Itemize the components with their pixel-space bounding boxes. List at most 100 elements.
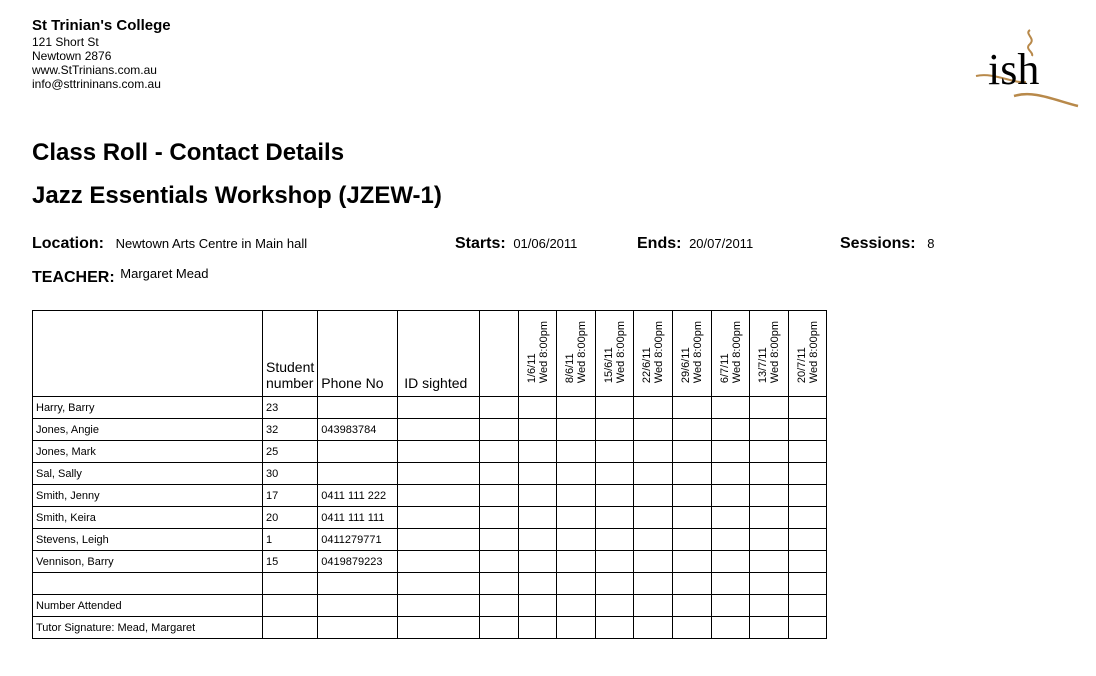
starts-value: 01/06/2011 [513, 236, 578, 251]
course-title: Jazz Essentials Workshop (JZEW-1) [32, 182, 442, 209]
attendance-cell [788, 572, 828, 595]
attendance-cell [595, 396, 635, 419]
sessions-value: 8 [927, 236, 935, 251]
student-number: 20 [261, 506, 319, 529]
school-logo: ish [975, 29, 1079, 108]
attendance-cell [672, 594, 713, 617]
blank-cell [479, 616, 520, 639]
ends-label: Ends: [637, 235, 682, 252]
attendance-cell [749, 616, 790, 639]
student-name: Vennison, Barry [32, 550, 263, 573]
table-row: Tutor Signature: Mead, Margaret [32, 616, 828, 639]
attendance-cell [518, 506, 558, 529]
attendance-cell [711, 616, 751, 639]
student-number: 17 [261, 484, 319, 507]
attendance-cell [633, 550, 674, 573]
attendance-cell [633, 506, 674, 529]
phone-number: 0419879223 [317, 550, 399, 573]
sessions-field: Sessions: 8 [840, 235, 934, 253]
report-title: Class Roll - Contact Details [32, 139, 345, 166]
teacher-value: Margaret Mead [120, 266, 209, 281]
attendance-cell [788, 418, 828, 441]
header-session-date: 8/6/11 Wed 8:00pm [556, 310, 597, 397]
session-date-label: 22/6/11 Wed 8:00pm [641, 320, 666, 384]
starts-label: Starts: [455, 235, 506, 252]
attendance-cell [749, 550, 790, 573]
id-sighted-cell [397, 572, 481, 595]
starts-field: Starts: 01/06/2011 [455, 235, 577, 253]
session-date-label: 6/7/11 Wed 8:00pm [718, 320, 743, 384]
attendance-cell [672, 550, 713, 573]
attendance-cell [672, 484, 713, 507]
attendance-cell [711, 550, 751, 573]
attendance-cell [711, 484, 751, 507]
attendance-cell [595, 528, 635, 551]
header-student-number: Student number [261, 310, 319, 397]
session-date-label: 20/7/11 Wed 8:00pm [795, 320, 820, 384]
attendance-cell [672, 572, 713, 595]
header-session-date: 13/7/11 Wed 8:00pm [749, 310, 790, 397]
ends-field: Ends: 20/07/2011 [637, 235, 753, 253]
phone-number [317, 396, 399, 419]
session-date-label: 29/6/11 Wed 8:00pm [680, 320, 705, 384]
attendance-cell [672, 440, 713, 463]
class-roll-table: Student number Phone No ID sighted 1/6/1… [32, 310, 828, 639]
attendance-cell [788, 462, 828, 485]
attendance-cell [518, 572, 558, 595]
table-row: Harry, Barry 23 [32, 396, 828, 419]
student-name [32, 572, 263, 595]
header-session-date: 15/6/11 Wed 8:00pm [595, 310, 635, 397]
id-sighted-cell [397, 462, 481, 485]
session-date-label: 8/6/11 Wed 8:00pm [564, 320, 589, 384]
attendance-cell [556, 440, 597, 463]
attendance-cell [711, 396, 751, 419]
attendance-cell [595, 550, 635, 573]
blank-cell [479, 440, 520, 463]
attendance-cell [595, 462, 635, 485]
header-session-date: 29/6/11 Wed 8:00pm [672, 310, 713, 397]
school-header: St Trinian's College 121 Short St Newtow… [32, 16, 171, 91]
school-website: www.StTrinians.com.au [32, 63, 157, 77]
attendance-cell [788, 550, 828, 573]
attendance-cell [749, 462, 790, 485]
student-name: Tutor Signature: Mead, Margaret [32, 616, 263, 639]
attendance-cell [788, 396, 828, 419]
attendance-cell [711, 462, 751, 485]
attendance-cell [749, 506, 790, 529]
student-number: 25 [261, 440, 319, 463]
school-name: St Trinian's College [32, 17, 171, 34]
blank-cell [479, 418, 520, 441]
attendance-cell [595, 594, 635, 617]
attendance-cell [672, 506, 713, 529]
table-header-row: Student number Phone No ID sighted 1/6/1… [32, 310, 828, 397]
attendance-cell [518, 418, 558, 441]
blank-cell [479, 572, 520, 595]
phone-number: 0411279771 [317, 528, 399, 551]
phone-number [317, 440, 399, 463]
attendance-cell [633, 594, 674, 617]
attendance-cell [556, 462, 597, 485]
attendance-cell [595, 418, 635, 441]
blank-cell [479, 528, 520, 551]
attendance-cell [788, 506, 828, 529]
attendance-cell [749, 418, 790, 441]
attendance-cell [518, 594, 558, 617]
session-date-label: 13/7/11 Wed 8:00pm [757, 320, 782, 384]
attendance-cell [711, 594, 751, 617]
attendance-cell [749, 440, 790, 463]
student-number [261, 616, 319, 639]
phone-number: 043983784 [317, 418, 399, 441]
attendance-cell [556, 528, 597, 551]
student-number: 23 [261, 396, 319, 419]
attendance-cell [595, 572, 635, 595]
phone-number [317, 462, 399, 485]
phone-number: 0411 111 222 [317, 484, 399, 507]
student-number: 15 [261, 550, 319, 573]
id-sighted-cell [397, 440, 481, 463]
attendance-cell [595, 484, 635, 507]
phone-number [317, 616, 399, 639]
attendance-cell [633, 418, 674, 441]
location-field: Location: Newtown Arts Centre in Main ha… [32, 235, 307, 253]
id-sighted-cell [397, 594, 481, 617]
attendance-cell [633, 396, 674, 419]
